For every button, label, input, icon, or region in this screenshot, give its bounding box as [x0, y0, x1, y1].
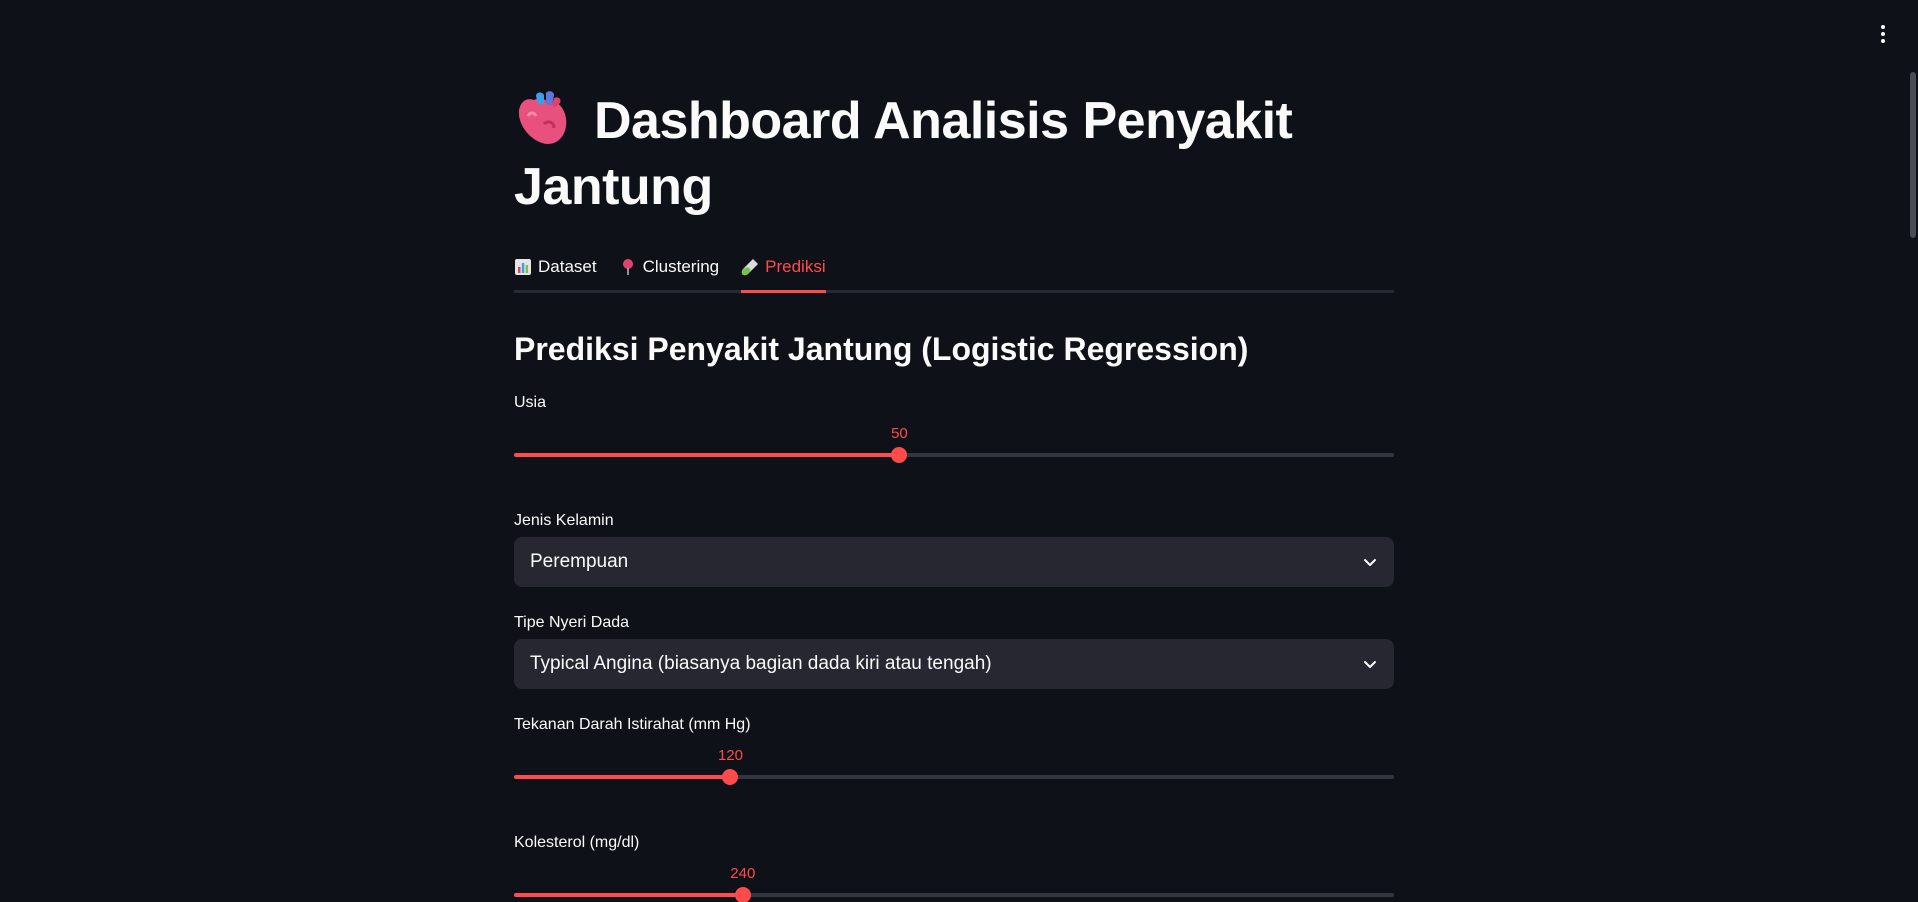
usia-label: Usia — [514, 394, 547, 411]
tab-prediksi[interactable]: Prediksi — [741, 248, 827, 293]
menu-dot — [1881, 32, 1885, 36]
tab-label: Prediksi — [765, 257, 826, 276]
menu-dot — [1881, 25, 1885, 29]
scrollbar-thumb[interactable] — [1910, 72, 1916, 238]
slider-fill — [514, 893, 743, 897]
tab-dataset[interactable]: Dataset — [514, 248, 597, 288]
slider-thumb[interactable] — [891, 447, 908, 463]
jenis-kelamin-label: Jenis Kelamin — [514, 512, 614, 529]
usia-slider[interactable]: 50 — [514, 417, 1394, 465]
page-scrollbar[interactable] — [1906, 0, 1918, 902]
tab-label: Dataset — [538, 257, 597, 276]
tekanan-darah-slider[interactable]: 120 — [514, 739, 1394, 787]
menu-dot — [1881, 39, 1885, 43]
tipe-nyeri-dada-select[interactable]: Typical Angina (biasanya bagian dada kir… — [514, 639, 1394, 689]
slider-fill — [514, 453, 900, 457]
select-value: Typical Angina (biasanya bagian dada kir… — [530, 653, 992, 674]
tekanan-darah-label: Tekanan Darah Istirahat (mm Hg) — [514, 716, 751, 733]
slider-value: 240 — [730, 865, 756, 882]
app-page: Dashboard Analisis Penyakit Jantung Data… — [0, 0, 1918, 902]
tipe-nyeri-dada-label: Tipe Nyeri Dada — [514, 614, 630, 631]
chevron-down-icon — [1364, 661, 1376, 668]
bar-chart-icon — [515, 259, 531, 275]
slider-fill — [514, 775, 731, 779]
page-title: Dashboard Analisis Penyakit Jantung — [514, 88, 1394, 220]
pushpin-icon — [622, 259, 633, 275]
slider-value: 120 — [717, 747, 743, 764]
kolesterol-label: Kolesterol (mg/dl) — [514, 834, 640, 851]
tab-bar: Dataset Clustering Prediksi — [514, 248, 1394, 293]
tab-clustering[interactable]: Clustering — [619, 248, 720, 288]
test-tube-icon — [741, 259, 759, 276]
kolesterol-slider[interactable]: 240 — [514, 857, 1394, 902]
jenis-kelamin-select[interactable]: Perempuan — [514, 537, 1394, 587]
chevron-down-icon — [1364, 559, 1376, 566]
select-value: Perempuan — [530, 551, 629, 572]
main-content: Dashboard Analisis Penyakit Jantung Data… — [514, 88, 1394, 902]
main-menu-button[interactable] — [1874, 22, 1892, 46]
page-title-text: Dashboard Analisis Penyakit Jantung — [514, 92, 1293, 216]
tab-label: Clustering — [642, 257, 720, 276]
slider-thumb[interactable] — [734, 887, 751, 902]
section-title: Prediksi Penyakit Jantung (Logistic Regr… — [514, 331, 1249, 367]
slider-thumb[interactable] — [722, 769, 739, 785]
slider-value: 50 — [891, 425, 908, 442]
anatomical-heart-icon — [518, 91, 567, 144]
